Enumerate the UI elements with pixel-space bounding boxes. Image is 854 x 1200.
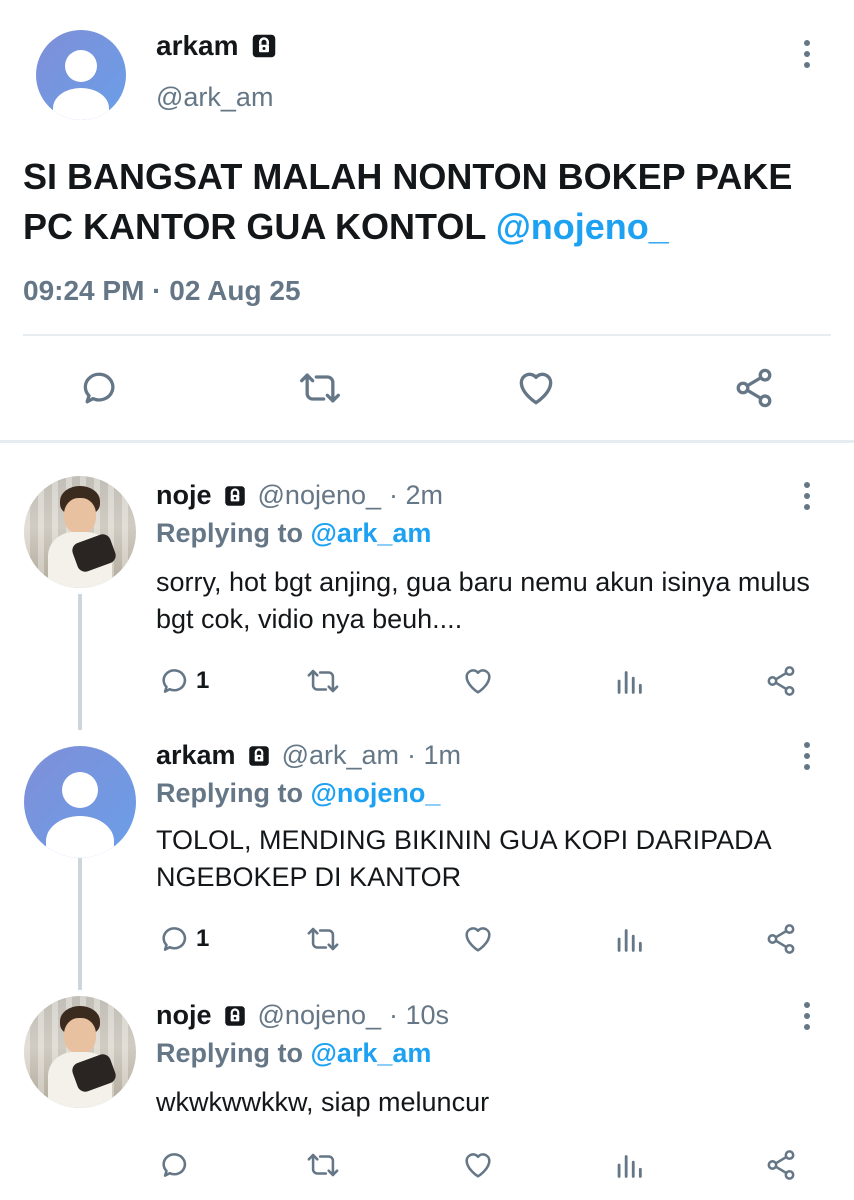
heart-icon[interactable]: [460, 1148, 496, 1182]
reply-tweet[interactable]: arkam @ark_am · 1m Replying to @nojeno_ …: [0, 730, 854, 970]
section-divider: [0, 440, 854, 443]
reply-meta: noje @nojeno_ · 10s: [156, 1000, 449, 1031]
heart-icon[interactable]: [460, 922, 496, 956]
author-handle[interactable]: @ark_am: [156, 82, 273, 113]
reply-meta: noje @nojeno_ · 2m: [156, 480, 443, 511]
lock-icon: [222, 483, 248, 509]
more-vertical-icon[interactable]: [802, 482, 812, 515]
author-name[interactable]: arkam: [156, 740, 236, 771]
reply-tweet[interactable]: noje @nojeno_ · 10s Replying to @ark_am …: [0, 990, 854, 1200]
mention-link[interactable]: @ark_am: [311, 518, 432, 548]
retweet-icon[interactable]: [304, 664, 342, 698]
tweet-text: SI BANGSAT MALAH NONTON BOKEP PAKE PC KA…: [23, 152, 833, 252]
reply-time: · 2m: [389, 480, 444, 510]
author-name[interactable]: noje: [156, 1000, 212, 1031]
analytics-icon[interactable]: [612, 1148, 646, 1182]
share-icon[interactable]: [764, 664, 798, 698]
reply-button[interactable]: 1: [158, 664, 209, 698]
reply-tweet[interactable]: noje @nojeno_ · 2m Replying to @ark_am s…: [0, 470, 854, 710]
replying-label: Replying to: [156, 778, 311, 808]
main-tweet: arkam @ark_am SI BANGSAT MALAH NONTON BO…: [0, 0, 854, 440]
share-icon[interactable]: [732, 366, 776, 410]
tweet-body: SI BANGSAT MALAH NONTON BOKEP PAKE PC KA…: [23, 156, 793, 247]
replying-to: Replying to @nojeno_: [156, 778, 440, 809]
more-vertical-icon[interactable]: [802, 1002, 812, 1035]
more-vertical-icon[interactable]: [802, 40, 812, 73]
reply-text: sorry, hot bgt anjing, gua baru nemu aku…: [156, 567, 810, 634]
analytics-icon[interactable]: [612, 664, 646, 698]
share-icon[interactable]: [764, 1148, 798, 1182]
author-handle[interactable]: @ark_am: [282, 740, 399, 771]
replying-label: Replying to: [156, 1038, 311, 1068]
reply-button[interactable]: [158, 1148, 196, 1182]
retweet-icon[interactable]: [304, 922, 342, 956]
replying-to: Replying to @ark_am: [156, 518, 431, 549]
reply-meta: arkam @ark_am · 1m: [156, 740, 461, 771]
replying-to: Replying to @ark_am: [156, 1038, 431, 1069]
author-name[interactable]: arkam: [156, 30, 239, 62]
author-name-row[interactable]: arkam: [156, 30, 279, 62]
avatar[interactable]: [24, 996, 136, 1108]
comment-icon: [162, 1153, 187, 1177]
retweet-icon[interactable]: [296, 366, 344, 410]
heart-icon[interactable]: [460, 664, 496, 698]
heart-icon[interactable]: [513, 366, 559, 410]
reply-text: TOLOL, MENDING BIKININ GUA KOPI DARIPADA…: [156, 825, 771, 892]
divider: [23, 334, 831, 336]
author-handle[interactable]: @nojeno_: [258, 480, 382, 511]
reply-text: wkwkwwkkw, siap meluncur: [156, 1087, 490, 1117]
retweet-icon[interactable]: [304, 1148, 342, 1182]
avatar[interactable]: [24, 476, 136, 588]
more-vertical-icon[interactable]: [802, 742, 812, 775]
comment-icon: [162, 669, 187, 693]
lock-icon: [222, 1003, 248, 1029]
comment-icon[interactable]: [78, 366, 122, 410]
reply-time: · 10s: [389, 1000, 450, 1030]
lock-icon: [246, 743, 272, 769]
reply-button[interactable]: 1: [158, 922, 209, 956]
avatar[interactable]: [24, 746, 136, 858]
author-handle[interactable]: @nojeno_: [258, 1000, 382, 1031]
reply-count: 1: [196, 667, 210, 694]
mention-link[interactable]: @nojeno_: [496, 206, 669, 247]
analytics-icon[interactable]: [612, 922, 646, 956]
avatar[interactable]: [36, 30, 126, 120]
reply-time: · 1m: [407, 740, 462, 770]
comment-icon: [162, 927, 187, 951]
lock-icon: [249, 31, 279, 61]
tweet-thread: arkam @ark_am SI BANGSAT MALAH NONTON BO…: [0, 0, 854, 1200]
share-icon[interactable]: [764, 922, 798, 956]
tweet-timestamp[interactable]: 09:24 PM · 02 Aug 25: [23, 275, 301, 307]
mention-link[interactable]: @nojeno_: [311, 778, 441, 808]
mention-link[interactable]: @ark_am: [311, 1038, 432, 1068]
reply-count: 1: [196, 925, 210, 952]
replying-label: Replying to: [156, 518, 311, 548]
author-name[interactable]: noje: [156, 480, 212, 511]
